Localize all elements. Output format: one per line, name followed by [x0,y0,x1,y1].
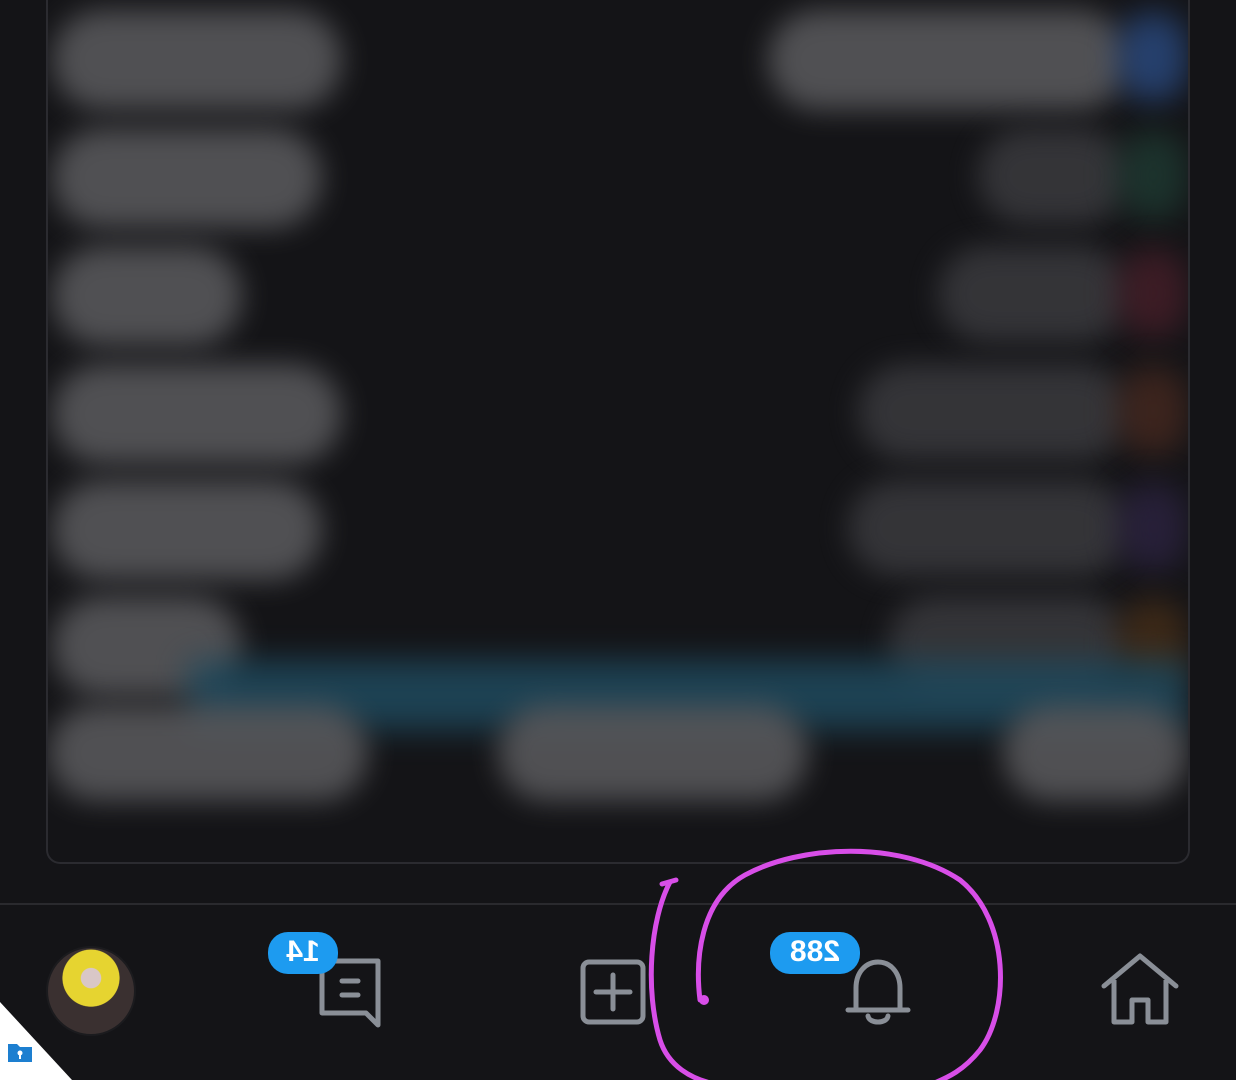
blurred-right-line-4 [858,364,1128,460]
blurred-left-line-2 [52,128,322,228]
folder-icon [8,1044,32,1062]
messages-badge: 14 [268,932,338,974]
profile-avatar-tab[interactable] [46,946,136,1036]
blurred-orange-dot [1118,366,1188,456]
home-icon[interactable] [1098,950,1182,1028]
compose-icon[interactable] [578,957,650,1027]
blurred-left-line-1 [52,10,342,110]
blurred-green-dot [1118,130,1188,220]
blurred-left-line-3 [52,246,242,346]
blurred-bottom-line-3 [1003,705,1188,801]
blurred-purple-dot [1118,482,1188,572]
blurred-red-dot [1118,248,1188,338]
blurred-blue-dot [1118,12,1188,102]
blurred-right-line-2 [978,128,1128,224]
blurred-right-line-5 [848,480,1128,576]
blurred-left-line-4 [52,364,342,464]
blurred-left-line-5 [52,480,322,580]
blurred-content-panel [46,0,1190,864]
blurred-right-line-3 [938,246,1128,342]
blurred-bottom-line-2 [498,705,808,801]
blurred-right-line-1 [768,10,1128,110]
notifications-badge: 288 [770,932,860,974]
blurred-bottom-line-1 [48,705,368,801]
